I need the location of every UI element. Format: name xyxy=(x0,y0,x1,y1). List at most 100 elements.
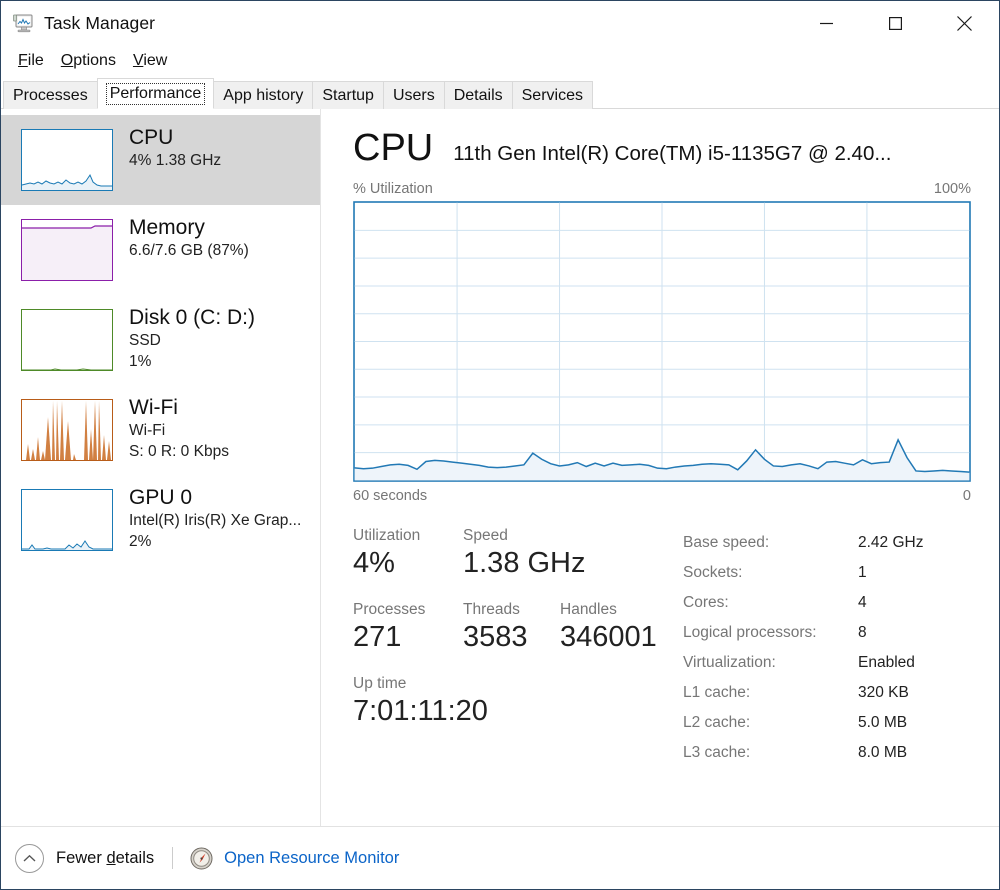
sidebar-item-sub1: Wi-Fi xyxy=(129,422,166,439)
tab-users[interactable]: Users xyxy=(382,81,445,109)
stat-value: 271 xyxy=(353,621,402,653)
spec-row-cores: Cores: 4 xyxy=(683,588,971,618)
stat-utilization: Utilization 4% xyxy=(353,526,463,582)
tab-startup[interactable]: Startup xyxy=(312,81,384,109)
spec-key: Cores: xyxy=(683,594,729,611)
maximize-button[interactable] xyxy=(861,1,930,45)
cpu-chart-svg xyxy=(353,201,971,482)
tab-details[interactable]: Details xyxy=(443,81,513,109)
stat-label: Processes xyxy=(353,601,426,618)
sidebar-item-cpu[interactable]: CPU 4% 1.38 GHz xyxy=(1,115,320,205)
graph-bottom-labels: 60 seconds 0 xyxy=(353,488,971,504)
cpu-thumbnail-graph xyxy=(21,129,113,191)
sidebar-item-disk0[interactable]: Disk 0 (C: D:) SSD 1% xyxy=(1,295,320,385)
resource-sidebar: CPU 4% 1.38 GHz Memory 6.6/7.6 GB (87%) xyxy=(1,109,321,826)
status-divider xyxy=(172,847,174,869)
tab-services[interactable]: Services xyxy=(511,81,593,109)
graph-zero-label: 0 xyxy=(962,488,971,504)
title-bar: Task Manager xyxy=(1,1,999,45)
sidebar-item-sub1: SSD xyxy=(129,332,161,349)
sidebar-item-gpu0[interactable]: GPU 0 Intel(R) Iris(R) Xe Grap... 2% xyxy=(1,475,320,565)
page-title: CPU xyxy=(353,127,434,169)
stat-row: Utilization 4% Speed 1.38 GHz xyxy=(353,526,683,582)
tab-strip: Processes Performance App history Startu… xyxy=(1,77,999,109)
stat-label: Up time xyxy=(353,675,407,692)
stat-label: Speed xyxy=(463,527,508,544)
stat-value: 4% xyxy=(353,547,395,579)
sidebar-item-sub1: 4% 1.38 GHz xyxy=(129,152,222,169)
wifi-thumbnail-graph xyxy=(21,399,113,461)
graph-top-labels: % Utilization 100% xyxy=(353,181,971,197)
sidebar-item-text: GPU 0 Intel(R) Iris(R) Xe Grap... 2% xyxy=(129,484,301,552)
sidebar-item-memory[interactable]: Memory 6.6/7.6 GB (87%) xyxy=(1,205,320,295)
stat-label: Utilization xyxy=(353,527,421,544)
menu-options[interactable]: Options xyxy=(53,50,125,72)
spec-value: 4 xyxy=(858,594,867,611)
window-controls xyxy=(792,1,999,45)
spec-key: Sockets: xyxy=(683,564,743,581)
fewer-details-button[interactable]: Fewer details xyxy=(15,843,155,873)
window-title: Task Manager xyxy=(44,12,156,33)
tab-performance[interactable]: Performance xyxy=(96,78,215,109)
spec-key: Base speed: xyxy=(683,534,770,551)
stat-processes: Processes 271 xyxy=(353,600,463,656)
spec-row-virtualization: Virtualization: Enabled xyxy=(683,648,971,678)
sidebar-item-sub2: S: 0 R: 0 Kbps xyxy=(129,443,229,460)
resource-monitor-label: Open Resource Monitor xyxy=(224,848,400,867)
sidebar-item-title: Disk 0 (C: D:) xyxy=(129,306,255,329)
sidebar-item-text: Disk 0 (C: D:) SSD 1% xyxy=(129,304,255,372)
stat-value: 346001 xyxy=(560,621,657,653)
tab-app-history[interactable]: App history xyxy=(213,81,314,109)
sidebar-item-sub1: Intel(R) Iris(R) Xe Grap... xyxy=(129,512,302,529)
spec-value: 8 xyxy=(858,624,867,641)
gpu-thumbnail-graph xyxy=(21,489,113,551)
fewer-details-label: Fewer details xyxy=(56,848,155,867)
sidebar-item-title: Wi-Fi xyxy=(129,396,178,419)
task-manager-icon xyxy=(12,12,34,34)
tab-label: Services xyxy=(521,86,583,104)
spec-key: Virtualization: xyxy=(683,654,776,671)
spec-key: L1 cache: xyxy=(683,684,751,701)
stat-row: Processes 271 Threads 3583 Handles 34600… xyxy=(353,600,683,656)
tab-label: Details xyxy=(453,86,503,104)
stat-speed: Speed 1.38 GHz xyxy=(463,526,586,582)
stat-value: 1.38 GHz xyxy=(463,547,586,579)
menu-file[interactable]: File xyxy=(10,50,53,72)
minimize-button[interactable] xyxy=(792,1,861,45)
stat-row: Up time 7:01:11:20 xyxy=(353,674,683,730)
tab-label: Startup xyxy=(322,86,374,104)
spec-row-sockets: Sockets: 1 xyxy=(683,558,971,588)
stat-value: 3583 xyxy=(463,621,528,653)
tab-processes[interactable]: Processes xyxy=(3,81,98,109)
resource-monitor-icon xyxy=(190,847,213,870)
spec-value: 2.42 GHz xyxy=(858,534,924,551)
stats-area: Utilization 4% Speed 1.38 GHz Processes … xyxy=(353,526,971,768)
sidebar-item-sub1: 6.6/7.6 GB (87%) xyxy=(129,242,249,259)
sidebar-item-title: CPU xyxy=(129,126,174,149)
spec-row-l1-cache: L1 cache: 320 KB xyxy=(683,678,971,708)
menu-view[interactable]: View xyxy=(125,50,176,72)
sidebar-item-wifi[interactable]: Wi-Fi Wi-Fi S: 0 R: 0 Kbps xyxy=(1,385,320,475)
cpu-specs-list: Base speed: 2.42 GHz Sockets: 1 Cores: 4… xyxy=(683,526,971,768)
cpu-model-label: 11th Gen Intel(R) Core(TM) i5-1135G7 @ 2… xyxy=(453,142,892,165)
graph-duration-label: 60 seconds xyxy=(353,488,428,504)
cpu-detail-panel: CPU 11th Gen Intel(R) Core(TM) i5-1135G7… xyxy=(321,109,999,826)
tab-label: Performance xyxy=(105,82,206,105)
open-resource-monitor-link[interactable]: Open Resource Monitor xyxy=(190,847,399,870)
close-button[interactable] xyxy=(930,1,999,45)
memory-thumbnail-graph xyxy=(21,219,113,281)
spec-value: 1 xyxy=(858,564,867,581)
spec-row-l2-cache: L2 cache: 5.0 MB xyxy=(683,708,971,738)
sidebar-item-sub2: 2% xyxy=(129,533,152,550)
stats-left-column: Utilization 4% Speed 1.38 GHz Processes … xyxy=(353,526,683,768)
spec-row-logical-processors: Logical processors: 8 xyxy=(683,618,971,648)
stat-label: Threads xyxy=(463,601,520,618)
sidebar-item-sub2: 1% xyxy=(129,353,152,370)
stat-uptime: Up time 7:01:11:20 xyxy=(353,674,488,730)
graph-y-label: % Utilization xyxy=(353,181,433,197)
content-area: CPU 4% 1.38 GHz Memory 6.6/7.6 GB (87%) xyxy=(1,109,999,827)
stat-threads: Threads 3583 xyxy=(463,600,560,656)
spec-key: L2 cache: xyxy=(683,714,751,731)
status-bar: Fewer details Open Resource Monitor xyxy=(1,827,999,889)
spec-row-l3-cache: L3 cache: 8.0 MB xyxy=(683,738,971,768)
